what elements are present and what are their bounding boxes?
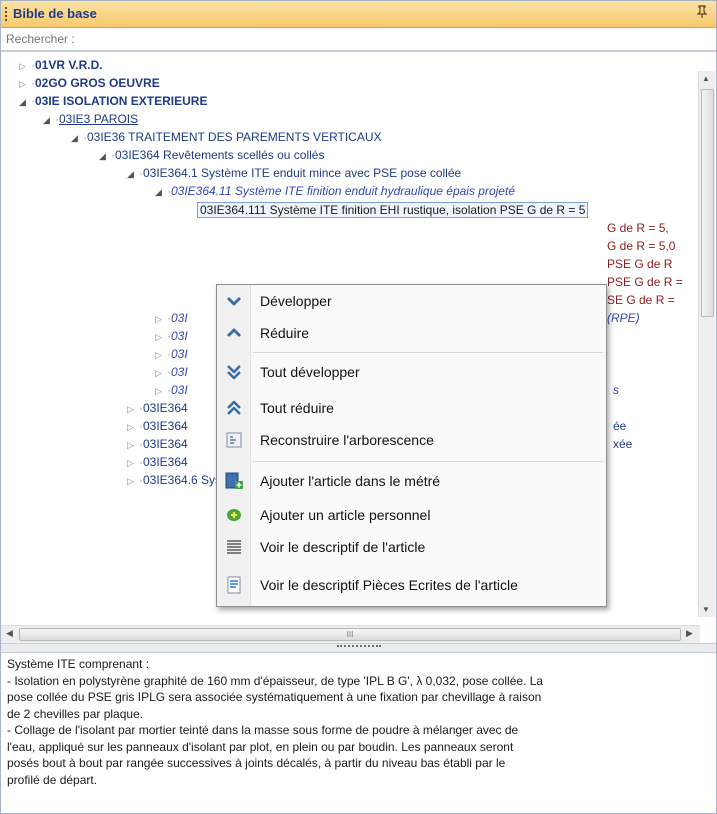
search-input[interactable] [4, 30, 708, 48]
panel-splitter[interactable] [1, 643, 716, 653]
tree-node-fragment[interactable]: G de R = 5, [607, 219, 669, 237]
tree-node-collapsed[interactable]: ▷ ·03I [155, 327, 188, 345]
tree-node-ite-finition-epais[interactable]: ◢ ·03IE364.11 Système ITE finition enduit… [155, 182, 515, 200]
tree-node-fragment[interactable]: PSE G de R = [607, 273, 683, 291]
expand-arrow-icon[interactable]: ▷ [127, 400, 139, 418]
expand-arrow-icon[interactable]: ▷ [127, 454, 139, 472]
tree-node-collapsed[interactable]: ▷ ·03I [155, 381, 188, 399]
expand-arrow-icon[interactable]: ▷ [19, 75, 31, 93]
add-personal-article-icon [225, 506, 243, 524]
splitter-grip-icon[interactable] [337, 645, 381, 650]
collapse-arrow-icon[interactable]: ◢ [19, 93, 31, 111]
description-line: Système ITE comprenant : [7, 657, 150, 671]
collapse-arrow-icon[interactable]: ◢ [99, 147, 111, 165]
search-bar [1, 28, 716, 51]
expand-arrow-icon[interactable]: ▷ [155, 310, 167, 328]
collapse-arrow-icon[interactable]: ◢ [71, 129, 83, 147]
tree-node-collapsed[interactable]: ▷ ·03I [155, 345, 188, 363]
expand-arrow-icon[interactable]: ▷ [127, 436, 139, 454]
tree-node-parois[interactable]: ◢ ·03IE3 PAROIS [43, 110, 138, 128]
menu-item-reduire[interactable]: Réduire [217, 318, 606, 348]
bible-panel: Bible de base ▷·01VR V.R.D. ▷·02GO GROS … [0, 0, 717, 814]
panel-titlebar[interactable]: Bible de base [1, 1, 716, 28]
description-line: - Collage de l'isolant par mortier teint… [7, 723, 519, 737]
tree-node-collapsed[interactable]: ▷ ·03IE364 [127, 435, 188, 453]
collapse-arrow-icon[interactable]: ◢ [43, 111, 55, 129]
article-description: Système ITE comprenant : - Isolation en … [7, 656, 711, 788]
view-description-icon [225, 538, 243, 556]
horizontal-scroll-thumb[interactable]: III [19, 628, 681, 641]
tree-node-collapsed[interactable]: ▷ ·03I [155, 309, 188, 327]
expand-arrow-icon[interactable]: ▷ [155, 364, 167, 382]
description-line: de 2 chevilles par plaque. [7, 706, 144, 721]
menu-item-voir-pieces-ecrites[interactable]: Voir le descriptif Pièces Ecrites de l'a… [217, 570, 606, 600]
scroll-up-arrow-icon[interactable]: ▲ [702, 74, 710, 83]
tree-node-traitement-parements[interactable]: ◢ ·03IE36 TRAITEMENT DES PAREMENTS VERTIC… [71, 128, 382, 146]
scroll-right-arrow-icon[interactable]: ▶ [686, 628, 693, 639]
expand-arrow-icon[interactable]: ▷ [19, 57, 31, 75]
collapse-all-icon [225, 399, 243, 417]
tree-node-fragment[interactable]: PSE G de R [607, 255, 672, 273]
view-written-docs-icon [225, 576, 243, 594]
tree-node-vrd[interactable]: ▷ ·01VR V.R.D. [19, 56, 103, 74]
pin-icon[interactable] [696, 5, 708, 22]
menu-item-ajouter-metre[interactable]: Ajouter l'article dans le métré [217, 466, 606, 496]
expand-chevron-icon [225, 292, 243, 310]
tree-node-fragment[interactable]: SE G de R = [607, 291, 675, 309]
tree-node-collapsed[interactable]: ▷ ·03IE364 [127, 417, 188, 435]
description-line: profilé de départ. [7, 772, 98, 787]
tree-node-fragment[interactable]: s [613, 381, 619, 399]
vertical-scroll-thumb[interactable] [701, 89, 714, 317]
tree-node-gros-oeuvre[interactable]: ▷ ·02GO GROS OEUVRE [19, 74, 160, 92]
add-to-estimate-icon [225, 472, 243, 490]
context-menu: Développer Réduire Tout développer Tout … [216, 284, 607, 607]
tree-node-fragment[interactable]: G de R = 5,0 [607, 237, 675, 255]
collapse-arrow-icon[interactable]: ◢ [127, 165, 139, 183]
panel-title: Bible de base [13, 6, 97, 21]
menu-item-voir-descriptif[interactable]: Voir le descriptif de l'article [217, 532, 606, 562]
expand-arrow-icon[interactable]: ▷ [155, 328, 167, 346]
menu-item-tout-developper[interactable]: Tout développer [217, 357, 606, 387]
expand-arrow-icon[interactable]: ▷ [155, 382, 167, 400]
collapse-arrow-icon[interactable]: ◢ [155, 183, 167, 201]
scroll-down-arrow-icon[interactable]: ▼ [702, 605, 710, 614]
expand-arrow-icon[interactable]: ▷ [127, 418, 139, 436]
horizontal-scrollbar[interactable]: ◀ III ▶ [1, 625, 700, 643]
menu-item-developper[interactable]: Développer [217, 286, 606, 316]
menu-item-article-personnel[interactable]: Ajouter un article personnel [217, 500, 606, 530]
tree-node-revetements[interactable]: ◢ ·03IE364 Revêtements scellés ou collés [99, 146, 324, 164]
tree-node-collapsed[interactable]: ▷ ·03IE364 [127, 399, 188, 417]
description-line: posés bout à bout par rangée successives… [7, 756, 506, 770]
tree-node-fragment[interactable]: (RPE) [607, 309, 640, 327]
collapse-chevron-icon [225, 324, 243, 342]
description-line: pose collée du PSE gris IPLG sera associ… [7, 690, 542, 704]
description-line: l'eau, appliqué sur les panneaux d'isola… [7, 739, 514, 754]
expand-arrow-icon[interactable]: ▷ [155, 346, 167, 364]
drag-grip-icon[interactable] [5, 7, 10, 21]
description-line: - Isolation en polystyrène graphité de 1… [7, 673, 544, 688]
expand-all-icon [225, 363, 243, 381]
tree-node-selected[interactable]: 03IE364.111 Système ITE finition EHI rus… [197, 201, 589, 219]
menu-item-tout-reduire[interactable]: Tout réduire [217, 393, 606, 423]
scroll-left-arrow-icon[interactable]: ◀ [6, 628, 13, 639]
menu-separator [253, 352, 603, 353]
tree-node-fragment[interactable]: ée [613, 417, 626, 435]
tree-node-isolation-exterieure[interactable]: ◢ ·03IE ISOLATION EXTERIEURE [19, 92, 207, 110]
menu-separator [253, 461, 603, 462]
rebuild-tree-icon [225, 431, 243, 449]
tree-node-collapsed[interactable]: ▷ ·03IE364 [127, 453, 188, 471]
tree-node-fragment[interactable]: xée [613, 435, 632, 453]
vertical-scrollbar[interactable]: ▲ ▼ [698, 71, 715, 617]
expand-arrow-icon[interactable]: ▷ [127, 472, 139, 490]
tree-node-ite-enduit-mince[interactable]: ◢ ·03IE364.1 Système ITE enduit mince ave… [127, 164, 461, 182]
menu-item-reconstruire[interactable]: Reconstruire l'arborescence [217, 425, 606, 455]
tree-node-collapsed[interactable]: ▷ ·03I [155, 363, 188, 381]
